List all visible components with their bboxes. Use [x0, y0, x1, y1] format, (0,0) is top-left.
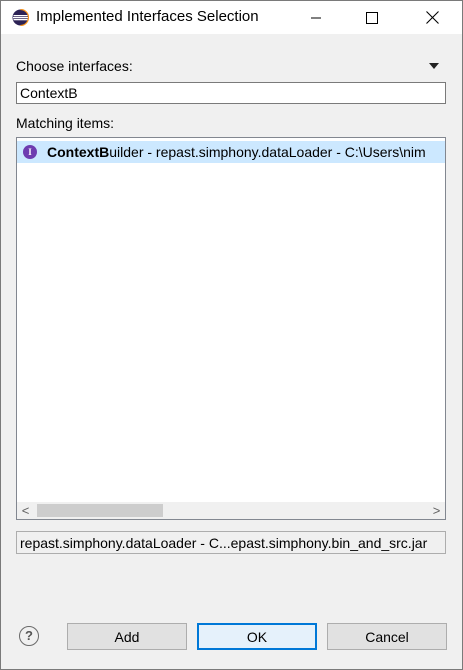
scroll-right-button[interactable]: >: [428, 502, 445, 519]
window-title: Implemented Interfaces Selection: [36, 8, 259, 25]
scroll-left-button[interactable]: <: [17, 502, 34, 519]
horizontal-scrollbar[interactable]: < >: [17, 502, 445, 519]
matching-items-list[interactable]: I ContextBuilder - repast.simphony.dataL…: [16, 137, 446, 520]
dialog-window: Implemented Interfaces Selection Choose …: [0, 0, 463, 670]
maximize-button[interactable]: [349, 1, 395, 34]
title-bar[interactable]: Implemented Interfaces Selection: [1, 1, 462, 34]
eclipse-icon: [12, 9, 29, 26]
minimize-icon: [311, 17, 321, 18]
help-icon[interactable]: ?: [19, 626, 39, 646]
selection-details-field: repast.simphony.dataLoader - C...epast.s…: [16, 531, 446, 554]
view-menu-arrow-icon[interactable]: [429, 63, 439, 69]
add-button[interactable]: Add: [67, 623, 187, 650]
close-button[interactable]: [409, 1, 455, 34]
interface-filter-input[interactable]: [16, 82, 446, 104]
scrollbar-thumb[interactable]: [37, 504, 163, 517]
choose-interfaces-label: Choose interfaces:: [16, 58, 133, 74]
matching-items-label: Matching items:: [16, 115, 115, 131]
close-icon: [425, 11, 439, 24]
interface-icon: I: [23, 145, 37, 159]
cancel-button[interactable]: Cancel: [327, 623, 447, 650]
minimize-button[interactable]: [293, 1, 339, 34]
match-highlight: ContextB: [47, 144, 110, 160]
list-item[interactable]: I ContextBuilder - repast.simphony.dataL…: [17, 141, 445, 163]
ok-button[interactable]: OK: [197, 623, 317, 650]
match-remainder: uilder: [109, 144, 144, 160]
match-detail: - repast.simphony.dataLoader - C:\Users\…: [143, 144, 426, 160]
maximize-icon: [366, 11, 378, 24]
list-item-text: ContextBuilder - repast.simphony.dataLoa…: [47, 144, 426, 160]
